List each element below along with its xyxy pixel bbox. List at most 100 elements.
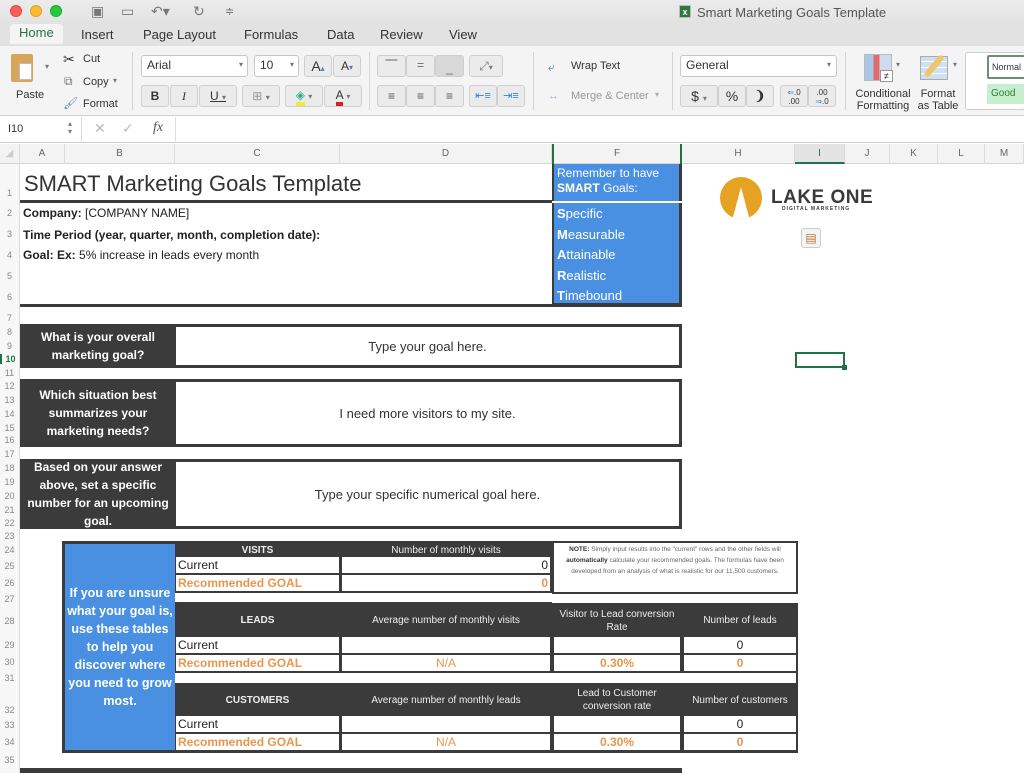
font-name-select[interactable]: Arial ▾ [141, 55, 248, 77]
conditional-formatting-icon[interactable]: ≠ [864, 54, 893, 82]
answer-field[interactable]: I need more visitors to my site. [176, 382, 679, 444]
copy-icon[interactable]: ⧉ [64, 74, 73, 89]
name-box-stepper-icon[interactable]: ▴ ▾ [68, 120, 72, 136]
decrease-decimal-button[interactable]: .00 ⇒.0 [808, 85, 836, 107]
paste-dropdown-icon[interactable]: ▾ [45, 62, 49, 71]
row-header[interactable]: 27 [0, 594, 19, 604]
column-header-h[interactable]: H [682, 144, 795, 164]
row-header[interactable]: 30 [0, 657, 19, 667]
comma-style-button[interactable]: ❩ [746, 85, 774, 107]
undo-icon[interactable]: ↶▾ [151, 3, 170, 20]
name-box[interactable]: I10 [8, 123, 23, 135]
redo-icon[interactable]: ↻ [193, 3, 205, 20]
row-header[interactable]: 3 [0, 229, 19, 239]
conditional-formatting-button[interactable]: Conditional Formatting [854, 88, 912, 112]
tab-view[interactable]: View [449, 27, 477, 42]
leads-current-rate-input[interactable] [554, 637, 680, 653]
row-header[interactable]: 16 [0, 435, 19, 445]
format-as-table-icon[interactable] [920, 54, 948, 80]
row-header[interactable]: 5 [0, 271, 19, 281]
row-header[interactable]: 19 [0, 477, 19, 487]
row-header[interactable]: 29 [0, 640, 19, 650]
row-header[interactable]: 2 [0, 208, 19, 218]
align-top-button[interactable]: ⎺ [377, 55, 406, 77]
style-good[interactable]: Good [987, 84, 1024, 104]
currency-button[interactable]: $ ▾ [680, 85, 718, 107]
increase-font-size-button[interactable]: A▴ [304, 55, 332, 77]
lake-one-logo-icon[interactable] [720, 177, 762, 219]
time-period-label[interactable]: Time Period (year, quarter, month, compl… [23, 228, 320, 242]
goal-row[interactable]: Goal: Ex: 5% increase in leads every mon… [23, 248, 259, 262]
italic-button[interactable]: I [170, 85, 198, 107]
paste-icon[interactable] [11, 54, 33, 82]
tab-insert[interactable]: Insert [81, 27, 114, 42]
row-header[interactable]: 9 [0, 341, 19, 351]
customize-icon[interactable]: ≑ [225, 5, 234, 18]
row-header[interactable]: 32 [0, 705, 19, 715]
format-as-table-dropdown-icon[interactable]: ▾ [953, 60, 957, 69]
decrease-font-size-button[interactable]: A▾ [333, 55, 361, 77]
merge-center-button[interactable]: Merge & Center [571, 90, 649, 102]
row-header[interactable]: 7 [0, 313, 19, 323]
row-header[interactable]: 26 [0, 578, 19, 588]
merge-dropdown-icon[interactable]: ▾ [655, 90, 659, 99]
tab-home[interactable]: Home [10, 24, 63, 44]
row-header[interactable]: 33 [0, 720, 19, 730]
tab-review[interactable]: Review [380, 27, 423, 42]
minimize-window-button[interactable] [30, 5, 42, 17]
row-header[interactable]: 14 [0, 409, 19, 419]
row-header[interactable]: 12 [0, 381, 19, 391]
row-header[interactable]: 8 [0, 327, 19, 337]
orientation-button[interactable]: ⤢▾ [469, 55, 503, 77]
font-color-button[interactable]: A ▾ [324, 85, 362, 107]
format-painter-icon[interactable]: 🖌 [63, 96, 78, 110]
row-header[interactable]: 1 [0, 188, 19, 198]
visits-current-input[interactable]: 0 [342, 557, 550, 573]
align-center-button[interactable]: ≡ [406, 85, 435, 107]
row-header[interactable]: 24 [0, 545, 19, 555]
row-header[interactable]: 20 [0, 491, 19, 501]
fill-handle[interactable] [842, 365, 847, 370]
number-format-select[interactable]: General ▾ [680, 55, 837, 77]
row-header[interactable]: 13 [0, 395, 19, 405]
column-header-m[interactable]: M [985, 144, 1024, 164]
answer-field[interactable]: Type your specific numerical goal here. [176, 462, 679, 526]
leads-current-visits-input[interactable] [342, 637, 550, 653]
borders-button[interactable]: ⊞ ▾ [242, 85, 280, 107]
cut-icon[interactable]: ✂ [63, 51, 75, 68]
tab-data[interactable]: Data [327, 27, 354, 42]
row-header[interactable]: 10 [0, 354, 19, 364]
underline-button[interactable]: U ▾ [199, 85, 237, 107]
answer-field[interactable]: Type your goal here. [176, 327, 679, 365]
row-header[interactable]: 35 [0, 755, 19, 765]
sidebar-toggle-icon[interactable]: ▣ [91, 3, 104, 20]
align-middle-button[interactable]: = [406, 55, 435, 77]
row-header[interactable]: 11 [0, 368, 19, 378]
column-header-b[interactable]: B [65, 144, 175, 164]
cancel-icon[interactable]: ✕ [94, 120, 106, 137]
tab-page-layout[interactable]: Page Layout [143, 27, 216, 42]
align-left-button[interactable]: ≡ [377, 85, 406, 107]
percent-button[interactable]: % [718, 85, 746, 107]
row-header[interactable]: 31 [0, 673, 19, 683]
column-header-i[interactable]: I [795, 144, 845, 164]
style-normal[interactable]: Normal [987, 55, 1024, 79]
row-header[interactable]: 28 [0, 616, 19, 626]
column-header-l[interactable]: L [938, 144, 985, 164]
increase-indent-button[interactable]: ⇥≡ [497, 85, 525, 107]
paste-options-icon[interactable]: ▤ [801, 228, 821, 248]
row-header[interactable]: 25 [0, 561, 19, 571]
align-right-button[interactable]: ≡ [435, 85, 464, 107]
save-icon[interactable]: ▭ [121, 3, 134, 20]
copy-button[interactable]: Copy [83, 76, 109, 88]
column-header-c[interactable]: C [175, 144, 340, 164]
bold-button[interactable]: B [141, 85, 169, 107]
row-header[interactable]: 34 [0, 737, 19, 747]
align-bottom-button[interactable]: _ [435, 55, 464, 77]
font-size-select[interactable]: 10 ▾ [254, 55, 299, 77]
close-window-button[interactable] [10, 5, 22, 17]
enter-icon[interactable]: ✓ [122, 120, 134, 137]
column-header-j[interactable]: J [845, 144, 890, 164]
cut-button[interactable]: Cut [83, 53, 100, 65]
row-header[interactable]: 17 [0, 449, 19, 459]
